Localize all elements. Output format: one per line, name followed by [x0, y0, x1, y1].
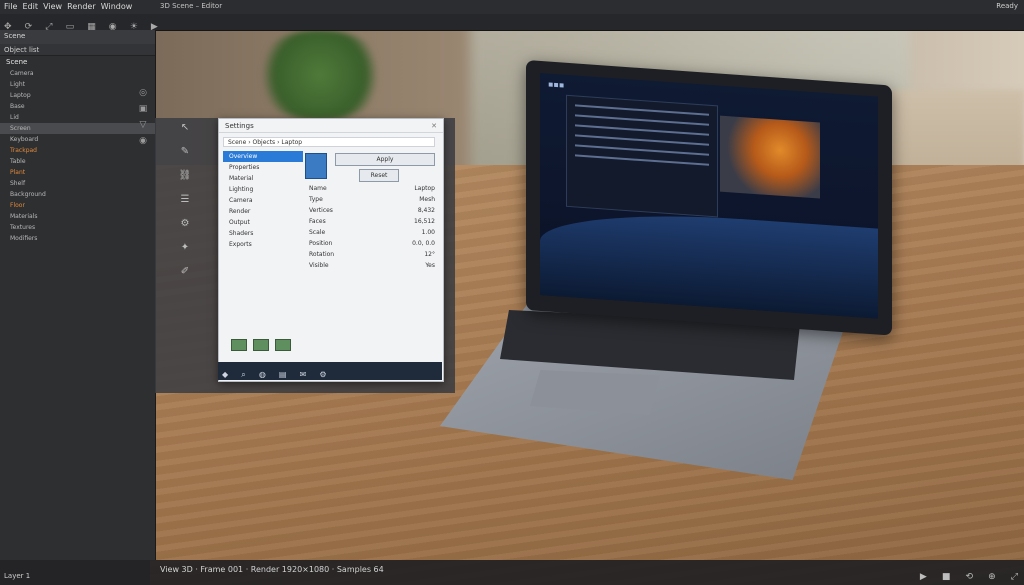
detail-row: Rotation 12°	[309, 251, 435, 258]
tool-strip: ✥ ⟳ ⤢ ▭ ▦ ◉ ☀ ▶	[0, 14, 1024, 32]
outliner-row[interactable]: Background	[0, 189, 155, 200]
layer-status: Layer 1	[4, 572, 31, 580]
category-item[interactable]: Output	[223, 217, 303, 228]
apply-button[interactable]: Apply	[335, 153, 435, 166]
dialog-path-field[interactable]: Scene › Objects › Laptop	[223, 137, 435, 147]
menu-render[interactable]: Render	[67, 2, 95, 11]
dialog-title: Settings	[225, 122, 254, 130]
taskbar: ◆ ⌕ ◍ ▤ ✉ ⚙	[218, 362, 442, 380]
outliner-row[interactable]: Base	[0, 101, 155, 112]
settings-icon[interactable]: ⚙	[319, 370, 326, 379]
laptop-screen-title: ▪▪▪	[548, 79, 565, 90]
menu-view[interactable]: View	[43, 2, 62, 11]
menu-window[interactable]: Window	[101, 2, 133, 11]
brush-icon[interactable]: ✐	[155, 266, 215, 286]
dialog-titlebar: Settings ✕	[219, 119, 443, 133]
dialog-tool-icons: ↖ ✎ ⛓ ☰ ⚙ ✦ ✐	[155, 118, 215, 393]
bottom-status-bar: Layer 1 View 3D · Frame 001 · Render 192…	[0, 560, 1024, 585]
detail-row: Faces 16,512	[309, 218, 435, 225]
detail-row: Visible Yes	[309, 262, 435, 269]
outliner-row[interactable]: Textures	[0, 222, 155, 233]
lock-icon[interactable]: ▣	[136, 104, 150, 120]
outliner-icon-column: ◎ ▣ ▽ ◉	[136, 88, 150, 152]
window-title: 3D Scene – Editor	[160, 2, 223, 10]
detail-row: Position 0.0, 0.0	[309, 240, 435, 247]
outliner-row[interactable]: Floor	[0, 200, 155, 211]
dialog-details: Name Laptop Type Mesh Vertices 8,432 Faces 1…	[305, 183, 439, 271]
laptop-screen-photo	[720, 115, 820, 199]
outliner-row[interactable]: Camera	[0, 68, 155, 79]
outliner-row[interactable]: Keyboard	[0, 134, 155, 145]
star-icon[interactable]: ✦	[155, 242, 215, 262]
category-item[interactable]: Render	[223, 206, 303, 217]
category-item[interactable]: Shaders	[223, 228, 303, 239]
thumbnail[interactable]	[231, 339, 247, 351]
search-icon[interactable]: ⌕	[241, 370, 245, 380]
mail-icon[interactable]: ✉	[300, 370, 307, 379]
eye-icon[interactable]: ◎	[136, 88, 150, 104]
detail-row: Name Laptop	[309, 185, 435, 192]
link-icon[interactable]: ⛓	[155, 170, 215, 190]
outliner-header: Scene	[0, 30, 155, 44]
outliner-row[interactable]: Materials	[0, 211, 155, 222]
category-item[interactable]: Camera	[223, 195, 303, 206]
zoom-icon[interactable]: ⊕	[988, 572, 996, 582]
fit-icon[interactable]: ⤢	[1011, 572, 1018, 582]
menu-file[interactable]: File	[4, 2, 17, 11]
laptop-lid: ▪▪▪	[526, 60, 892, 336]
stop-icon[interactable]: ■	[942, 572, 951, 582]
outliner-row[interactable]: Trackpad	[0, 145, 155, 156]
playback-controls: ▶ ■ ⟲ ⊕ ⤢	[910, 564, 1018, 583]
outliner-row[interactable]: Light	[0, 79, 155, 90]
layers-icon[interactable]: ☰	[155, 194, 215, 214]
close-icon[interactable]: ✕	[431, 122, 437, 130]
play-icon[interactable]: ▶	[920, 572, 927, 582]
gear-icon[interactable]: ⚙	[155, 218, 215, 238]
thumbnail[interactable]	[274, 339, 291, 351]
thumbnail[interactable]	[252, 339, 269, 351]
outliner-row[interactable]: Screen	[0, 123, 155, 134]
outliner-subheader: Object list	[0, 44, 155, 56]
filter-icon[interactable]: ▽	[136, 120, 150, 136]
category-item[interactable]: Material	[223, 173, 303, 184]
menu-edit[interactable]: Edit	[22, 2, 38, 11]
detail-row: Vertices 8,432	[309, 207, 435, 214]
object-preview-icon	[305, 153, 327, 179]
scene-outliner: Scene Object list Scene Camera Light Lap…	[0, 30, 156, 560]
outliner-row[interactable]: Plant	[0, 167, 155, 178]
laptop-screen: ▪▪▪	[540, 72, 878, 319]
browser-icon[interactable]: ◍	[259, 370, 266, 379]
detail-row: Type Mesh	[309, 196, 435, 203]
loop-icon[interactable]: ⟲	[966, 572, 974, 582]
outliner-row[interactable]: Table	[0, 156, 155, 167]
category-item[interactable]: Overview	[223, 151, 303, 162]
outliner-section[interactable]: Scene	[0, 56, 155, 68]
top-toolbar: File Edit View Render Window 3D Scene – …	[0, 0, 1024, 32]
dialog-thumbnail-strip	[231, 339, 321, 353]
outliner-row[interactable]: Laptop	[0, 90, 155, 101]
outliner-row[interactable]: Shelf	[0, 178, 155, 189]
laptop-screen-panel	[566, 94, 718, 218]
category-item[interactable]: Lighting	[223, 184, 303, 195]
render-info: View 3D · Frame 001 · Render 1920×1080 ·…	[160, 565, 384, 574]
laptop-screen-wallpaper	[540, 204, 878, 319]
camera-small-icon[interactable]: ◉	[136, 136, 150, 152]
category-item[interactable]: Properties	[223, 162, 303, 173]
cursor-icon[interactable]: ↖	[155, 122, 215, 142]
category-item[interactable]: Exports	[223, 239, 303, 250]
status-indicator: Ready	[996, 2, 1018, 10]
dialog-category-list: Overview Properties Material Lighting Ca…	[223, 151, 303, 250]
pen-icon[interactable]: ✎	[155, 146, 215, 166]
settings-dialog: Settings ✕ Scene › Objects › Laptop Over…	[218, 118, 444, 382]
files-icon[interactable]: ▤	[279, 370, 287, 379]
start-icon[interactable]: ◆	[222, 370, 228, 379]
plant	[250, 30, 390, 120]
detail-row: Scale 1.00	[309, 229, 435, 236]
outliner-row[interactable]: Modifiers	[0, 233, 155, 244]
outliner-row[interactable]: Lid	[0, 112, 155, 123]
reset-button[interactable]: Reset	[359, 169, 399, 182]
